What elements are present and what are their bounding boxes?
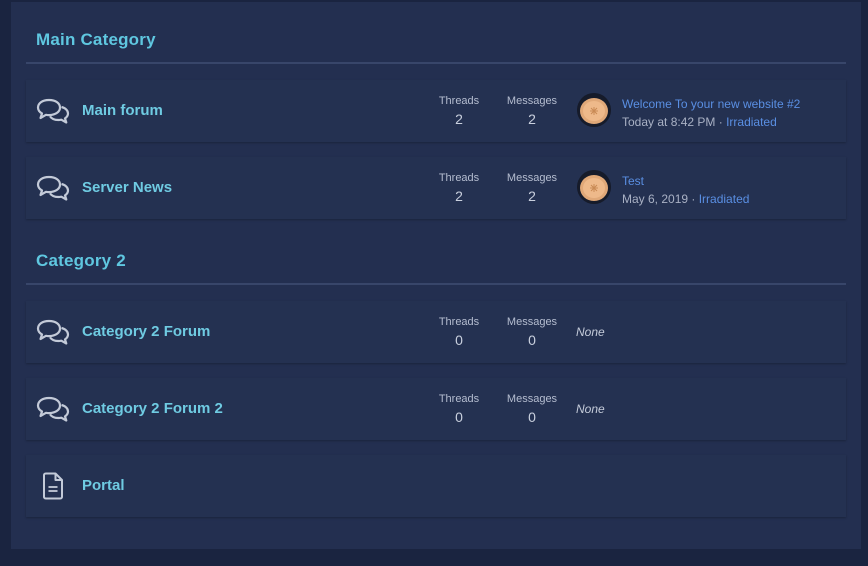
last-post: Welcome To your new website #2 Today at … [622,95,800,131]
forum-row-server-news: Server News Threads 2 Messages 2 Test Ma… [26,157,846,219]
meta-separator: · [715,115,727,129]
last-post-title-link[interactable]: Test [622,172,749,190]
category-divider [26,283,846,285]
avatar[interactable] [577,170,611,204]
messages-count: 0 [528,409,536,425]
last-post-user-link[interactable]: Irradiated [699,192,750,206]
forum-name-link[interactable]: Main forum [82,102,163,119]
messages-count: 0 [528,332,536,348]
messages-label: Messages [506,95,558,107]
document-icon [42,472,64,500]
messages-stat: Messages 0 [497,393,567,425]
category-divider [26,62,846,64]
comments-icon [36,98,70,124]
threads-label: Threads [438,172,480,184]
last-post-user-link[interactable]: Irradiated [726,115,777,129]
comments-icon [36,175,70,201]
page-row-portal: Portal [26,455,846,517]
forum-list-panel: Main Category Main forum Threads 2 Messa… [11,2,861,549]
last-post-time: May 6, 2019 [622,192,689,206]
threads-count: 0 [455,409,463,425]
messages-stat: Messages 2 [497,95,567,127]
last-post-none: None [576,402,605,416]
messages-stat: Messages 2 [497,172,567,204]
forum-name-link[interactable]: Category 2 Forum [82,323,210,340]
page-name-link[interactable]: Portal [82,477,125,494]
avatar[interactable] [577,93,611,127]
last-post-time: Today at 8:42 PM [622,115,716,129]
messages-label: Messages [506,316,558,328]
last-post-title-link[interactable]: Welcome To your new website #2 [622,95,800,113]
messages-count: 2 [528,188,536,204]
comments-icon [36,319,70,345]
threads-label: Threads [438,316,480,328]
threads-label: Threads [438,393,480,405]
forum-name-link[interactable]: Server News [82,179,172,196]
category-title-2[interactable]: Category 2 [36,251,126,271]
threads-stat: Threads 2 [424,172,494,204]
threads-count: 2 [455,111,463,127]
messages-count: 2 [528,111,536,127]
messages-stat: Messages 0 [497,316,567,348]
threads-stat: Threads 0 [424,393,494,425]
messages-label: Messages [506,393,558,405]
comments-icon [36,396,70,422]
threads-stat: Threads 0 [424,316,494,348]
category-title-main[interactable]: Main Category [36,30,156,50]
threads-label: Threads [438,95,480,107]
forum-row-category-2-forum: Category 2 Forum Threads 0 Messages 0 No… [26,301,846,363]
threads-stat: Threads 2 [424,95,494,127]
last-post-none: None [576,325,605,339]
threads-count: 0 [455,332,463,348]
forum-row-main-forum: Main forum Threads 2 Messages 2 Welcome … [26,80,846,142]
forum-row-category-2-forum-2: Category 2 Forum 2 Threads 0 Messages 0 … [26,378,846,440]
meta-separator: · [688,192,699,206]
forum-name-link[interactable]: Category 2 Forum 2 [82,400,223,417]
last-post: Test May 6, 2019 · Irradiated [622,172,749,208]
messages-label: Messages [506,172,558,184]
threads-count: 2 [455,188,463,204]
